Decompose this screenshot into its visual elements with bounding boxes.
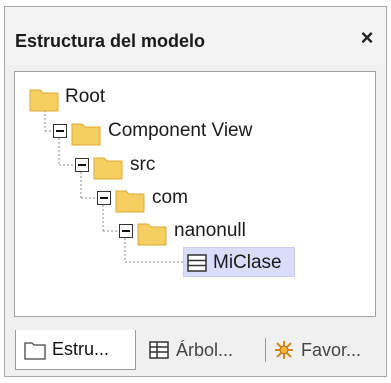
- collapse-icon[interactable]: [119, 224, 133, 238]
- folder-icon: [29, 89, 59, 112]
- collapse-icon[interactable]: [75, 158, 89, 172]
- tree-node-label: Root: [65, 86, 106, 107]
- tab-separator: [265, 338, 266, 362]
- tree-node-label: nanonull: [174, 220, 246, 241]
- tree-node-label: Component View: [108, 120, 253, 141]
- folder-icon: [71, 123, 101, 146]
- tree-icon: [149, 341, 169, 359]
- close-icon[interactable]: ×: [356, 27, 378, 49]
- tab-favorites[interactable]: Favor...: [273, 330, 381, 370]
- folder-icon: [115, 190, 145, 213]
- tree-node-label: MiClase: [213, 252, 282, 273]
- panel-title: Estructura del modelo: [15, 31, 206, 51]
- tab-label: Estru...: [52, 339, 110, 359]
- folder-icon: [137, 223, 167, 246]
- tab-label: Árbol...: [176, 339, 234, 360]
- tree-connector-lines: [44, 106, 183, 263]
- collapse-icon[interactable]: [97, 191, 111, 205]
- panel-titlebar: Estructura del modelo ×: [5, 7, 386, 65]
- tab-label: Favor...: [301, 339, 362, 360]
- tab-model-structure[interactable]: Estru...: [15, 330, 136, 370]
- class-icon: [187, 254, 207, 272]
- model-tree[interactable]: Root Component View src com nanonull MiC…: [14, 71, 376, 317]
- bottom-tab-bar: Estru... Árbol... Favor...: [5, 318, 386, 376]
- tree-node-label: com: [152, 187, 188, 208]
- collapse-icon[interactable]: [53, 124, 67, 138]
- folder-icon: [93, 157, 123, 180]
- star-icon: [275, 341, 293, 359]
- model-structure-panel: Estructura del modelo × Root Component V…: [4, 6, 387, 377]
- tab-tree[interactable]: Árbol...: [148, 330, 262, 370]
- folder-outline-icon: [24, 341, 46, 360]
- tree-node-label: src: [130, 154, 156, 175]
